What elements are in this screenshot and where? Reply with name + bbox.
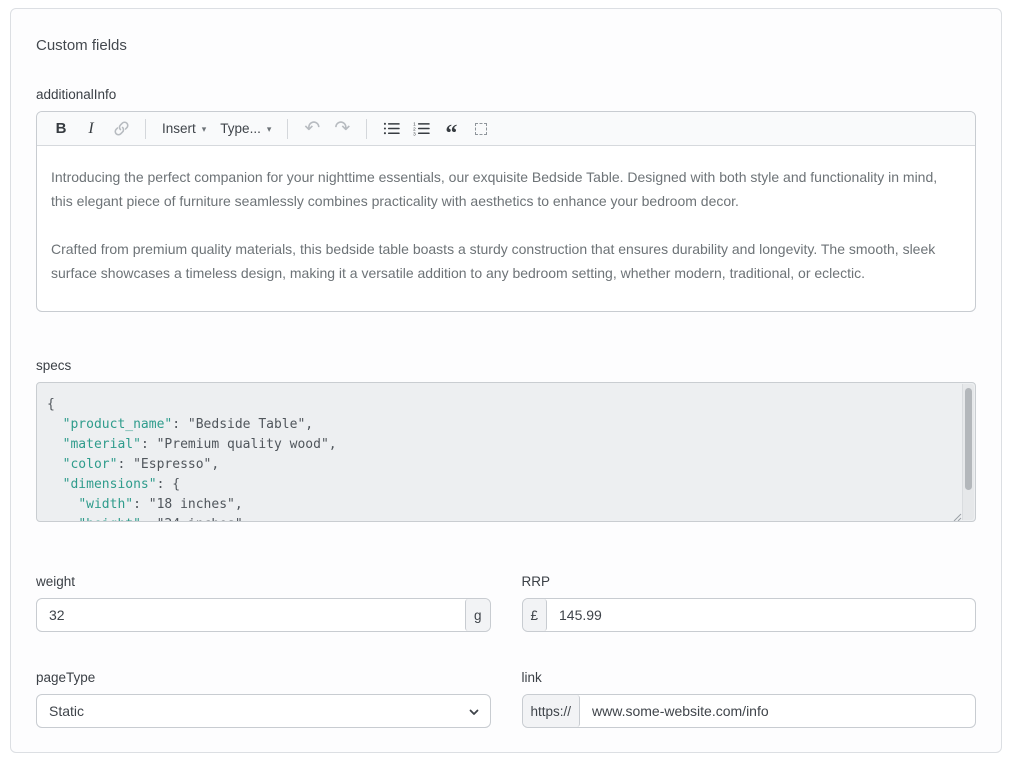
link-input[interactable] [580, 695, 975, 727]
specs-label: specs [36, 358, 976, 373]
chevron-down-icon: ▾ [267, 124, 272, 135]
rte-toolbar: B I Insert ▾ Type... [37, 112, 975, 146]
italic-button[interactable]: I [77, 116, 105, 142]
page-type-label: pageType [36, 670, 491, 685]
specs-scrollbar-thumb[interactable] [965, 388, 972, 490]
additional-info-label: additionalInfo [36, 87, 976, 102]
toolbar-divider [287, 119, 288, 139]
rrp-label: RRP [522, 574, 977, 589]
toolbar-divider [366, 119, 367, 139]
rte-content[interactable]: Introducing the perfect companion for yo… [37, 146, 975, 311]
custom-fields-card: Custom fields additionalInfo B I Inser [10, 8, 1002, 753]
redo-icon: ↷ [334, 119, 350, 138]
field-rrp: RRP £ [522, 574, 977, 632]
numbered-list-button[interactable]: 1 2 3 [407, 116, 435, 142]
rrp-input[interactable] [547, 599, 975, 631]
page-type-select-wrap: Static [36, 694, 491, 728]
rich-text-editor: B I Insert ▾ Type... [36, 111, 976, 312]
field-weight: weight g [36, 574, 491, 632]
page: Custom fields additionalInfo B I Inser [0, 0, 1013, 769]
insert-dropdown-label: Insert [162, 121, 196, 136]
specs-scrollbar[interactable] [962, 384, 974, 520]
redo-button[interactable]: ↷ [328, 116, 356, 142]
link-label: link [522, 670, 977, 685]
currency-addon: £ [523, 599, 548, 631]
specs-code-editor[interactable]: { "product_name": "Bedside Table", "mate… [36, 382, 976, 522]
svg-text:3: 3 [413, 131, 416, 136]
link-button[interactable] [107, 116, 135, 142]
blockquote-button[interactable]: “ [437, 116, 465, 142]
undo-button[interactable]: ↶ [298, 116, 326, 142]
rrp-input-group: £ [522, 598, 977, 632]
toolbar-divider [145, 119, 146, 139]
insert-dropdown[interactable]: Insert ▾ [156, 116, 212, 142]
bullet-list-icon [383, 121, 400, 136]
link-icon [113, 120, 130, 137]
field-link: link https:// [522, 670, 977, 728]
specs-code[interactable]: { "product_name": "Bedside Table", "mate… [37, 383, 975, 522]
visual-blocks-button[interactable] [467, 116, 495, 142]
chevron-down-icon: ▾ [202, 124, 207, 135]
field-specs: specs { "product_name": "Bedside Table",… [36, 358, 976, 522]
type-dropdown[interactable]: Type... ▾ [214, 116, 277, 142]
bullet-list-button[interactable] [377, 116, 405, 142]
fields-grid: weight g RRP £ pageType Static [36, 574, 976, 728]
page-type-select[interactable]: Static [36, 694, 491, 728]
field-page-type: pageType Static [36, 670, 491, 728]
link-input-group: https:// [522, 694, 977, 728]
dashed-box-icon [475, 123, 487, 135]
bold-button[interactable]: B [47, 116, 75, 142]
blockquote-icon: “ [445, 132, 457, 137]
protocol-addon: https:// [523, 695, 581, 727]
weight-unit-addon: g [465, 599, 490, 631]
editor-paragraph: Crafted from premium quality materials, … [51, 237, 961, 285]
weight-input[interactable] [37, 599, 465, 631]
type-dropdown-label: Type... [220, 121, 261, 136]
editor-paragraph: Introducing the perfect companion for yo… [51, 165, 961, 213]
weight-label: weight [36, 574, 491, 589]
undo-icon: ↶ [304, 119, 320, 138]
card-title: Custom fields [36, 37, 976, 54]
numbered-list-icon: 1 2 3 [413, 121, 430, 136]
resize-handle-icon[interactable] [952, 509, 962, 519]
weight-input-group: g [36, 598, 491, 632]
